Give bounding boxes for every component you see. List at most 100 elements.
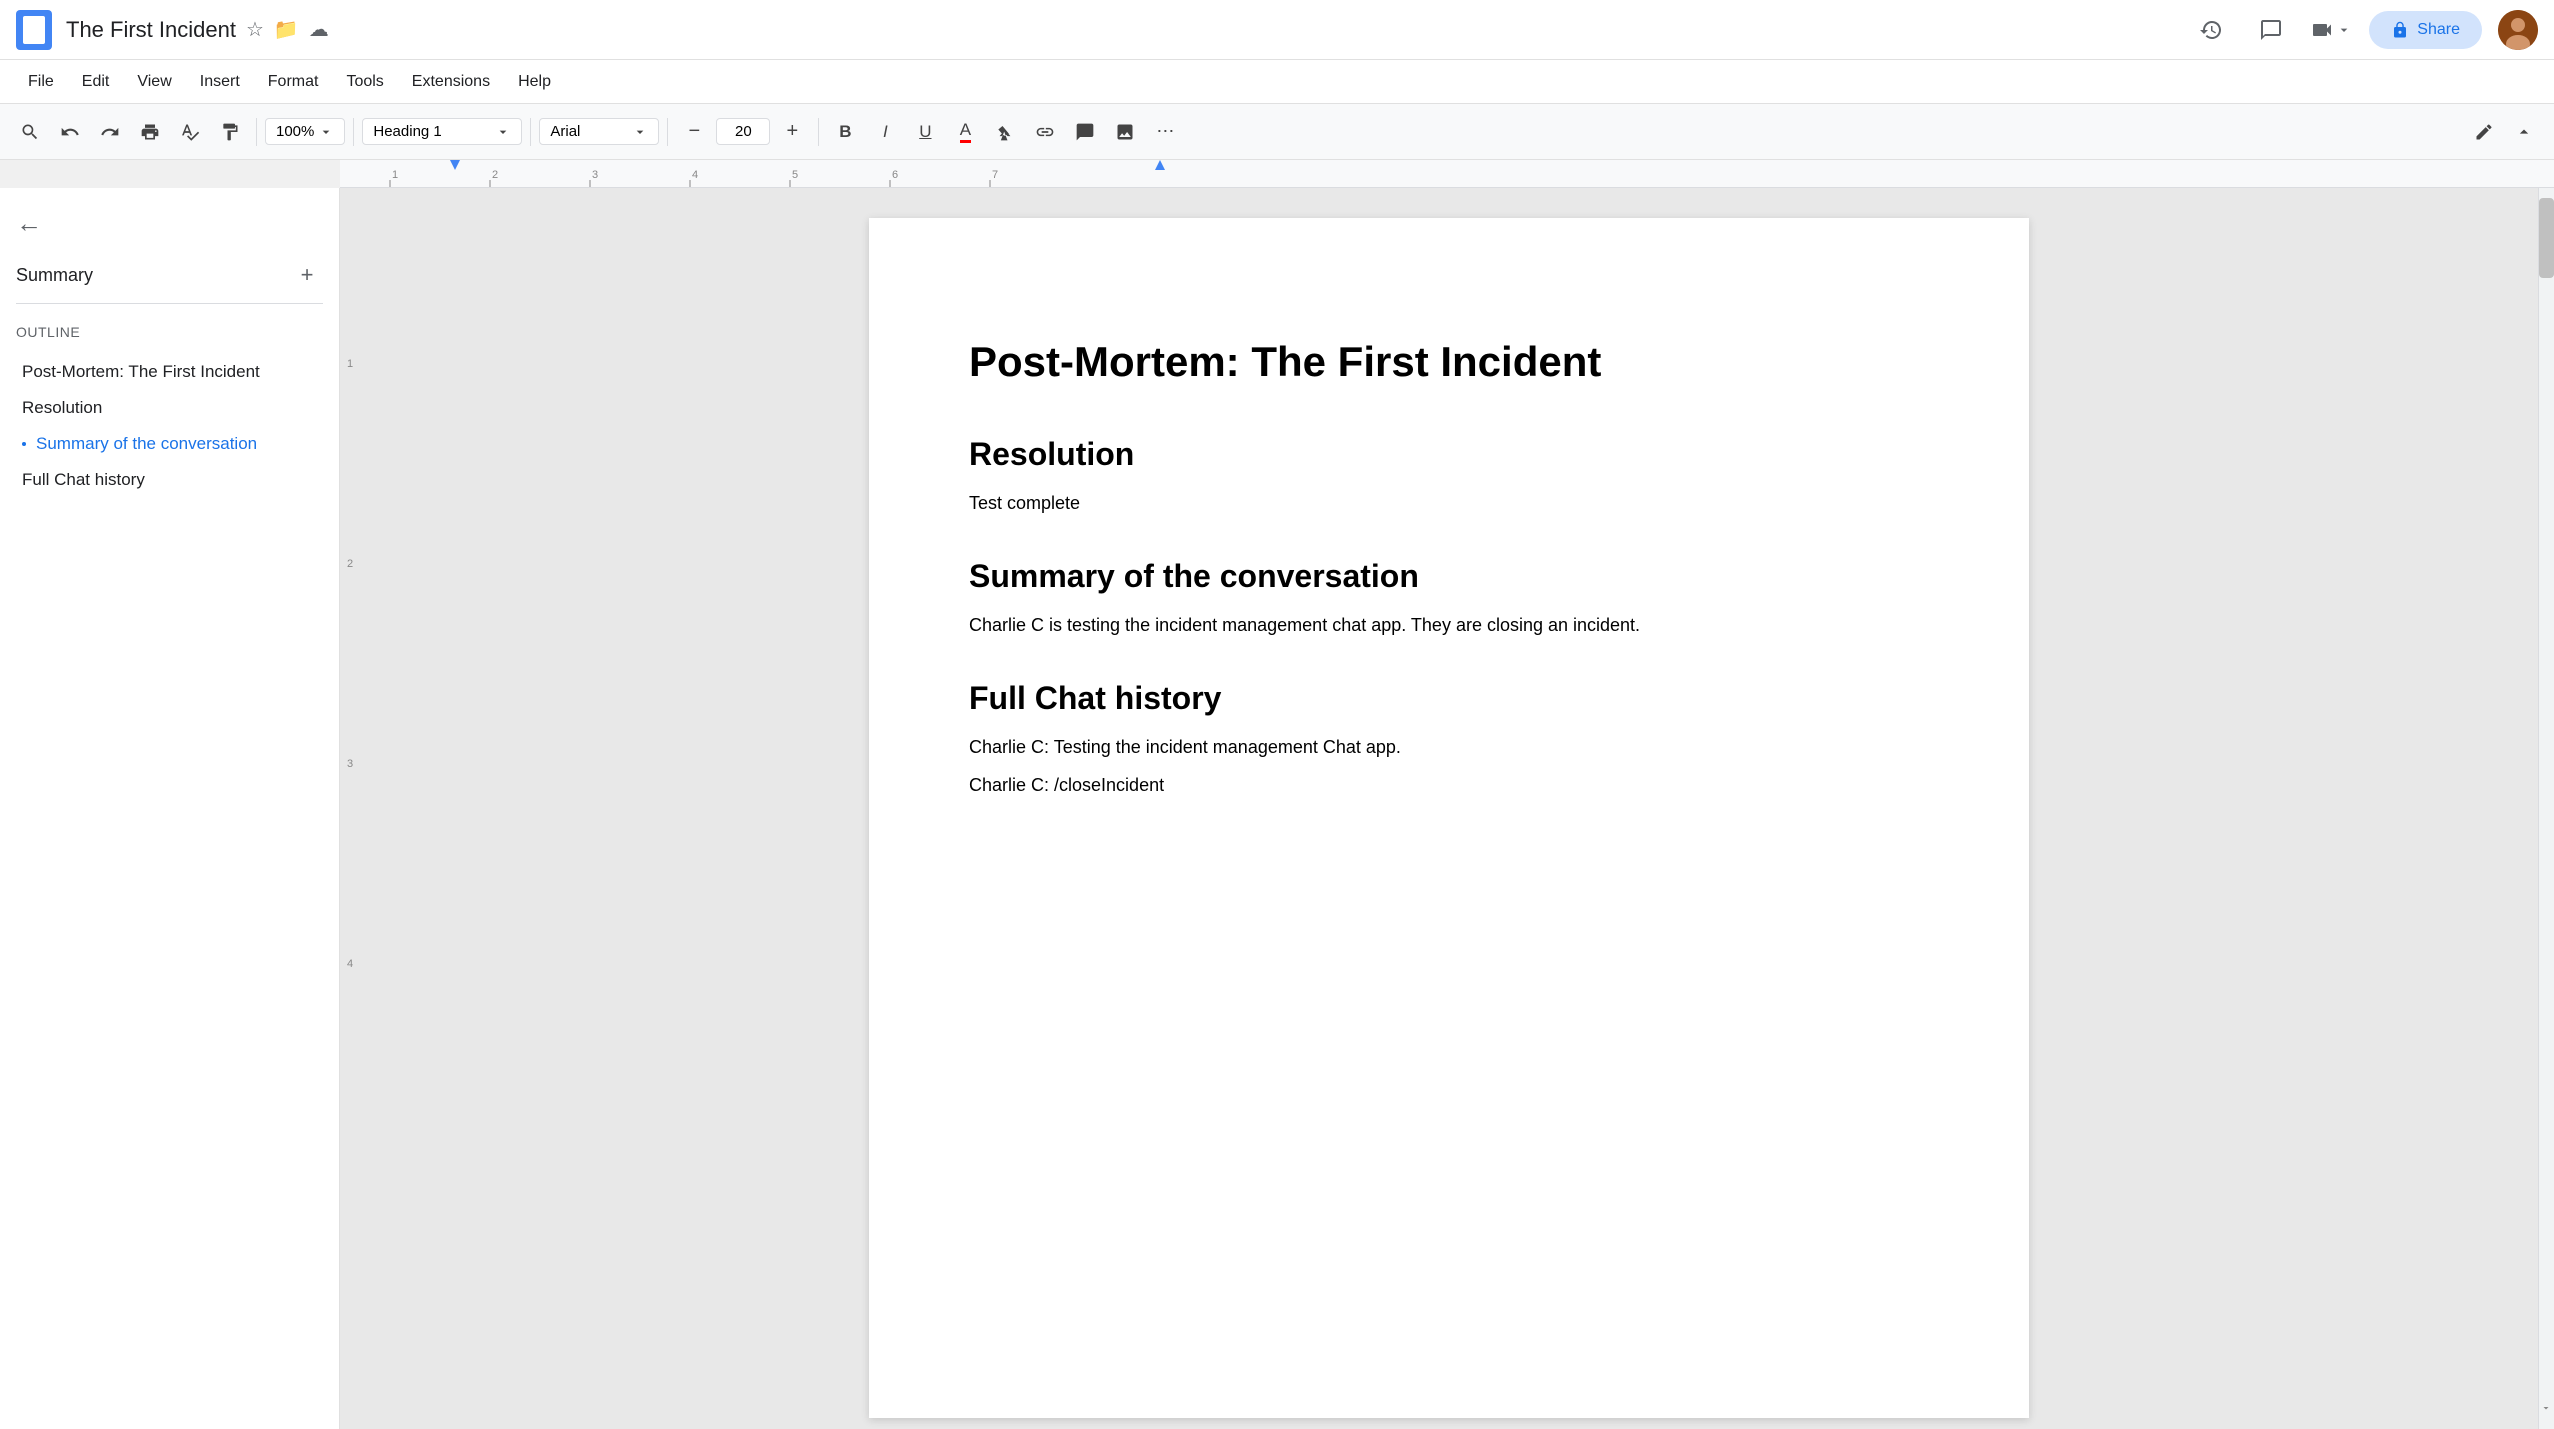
outline-item-summary-conversation[interactable]: Summary of the conversation [16,426,323,462]
title-icons: ☆ 📁 ☁ [246,17,329,42]
sidebar: ← Summary + Outline Post-Mortem: The Fir… [0,188,340,1429]
separator-5 [818,118,819,146]
link-button[interactable] [1027,114,1063,150]
add-summary-button[interactable]: + [291,259,323,291]
star-icon[interactable]: ☆ [246,17,264,42]
spellcheck-button[interactable] [172,114,208,150]
user-avatar[interactable] [2498,10,2538,50]
svg-text:7: 7 [992,169,998,181]
svg-text:2: 2 [492,169,498,181]
heading-summary: Summary of the conversation [969,558,1929,595]
svg-text:1: 1 [392,169,398,181]
zoom-value: 100% [276,123,314,140]
main-layout: ← Summary + Outline Post-Mortem: The Fir… [0,188,2554,1429]
print-button[interactable] [132,114,168,150]
share-button[interactable]: Share [2369,11,2482,49]
toolbar: 100% Heading 1 Arial − + B I U A ⋯ [0,104,2554,160]
font-size-increase[interactable]: + [774,114,810,150]
body-chat-line1: Charlie C: Testing the incident manageme… [969,733,1929,762]
margin-num-1: 1 [347,358,353,370]
svg-text:3: 3 [592,169,598,181]
search-button[interactable] [12,114,48,150]
highlight-button[interactable] [987,114,1023,150]
right-scrollbar[interactable] [2538,188,2554,1429]
style-value: Heading 1 [373,123,441,140]
summary-section: Summary + [16,259,323,304]
menu-edit[interactable]: Edit [70,67,122,97]
section-summary: Summary of the conversation Charlie C is… [969,558,1929,640]
title-bar-right: Share [2189,8,2538,52]
section-chat: Full Chat history Charlie C: Testing the… [969,680,1929,801]
body-resolution: Test complete [969,489,1929,518]
bold-button[interactable]: B [827,114,863,150]
meet-button[interactable] [2309,8,2353,52]
text-color-button[interactable]: A [947,114,983,150]
svg-text:6: 6 [892,169,898,181]
comment-inline-button[interactable] [1067,114,1103,150]
document-area[interactable]: Post-Mortem: The First Incident Resoluti… [360,188,2538,1429]
comment-button[interactable] [2249,8,2293,52]
font-size-decrease[interactable]: − [676,114,712,150]
doc-title: The First Incident [66,17,236,43]
menu-help[interactable]: Help [506,67,563,97]
redo-button[interactable] [92,114,128,150]
edit-mode-button[interactable] [2466,114,2502,150]
outline-label: Outline [16,324,323,340]
zoom-control[interactable]: 100% [265,118,345,145]
folder-icon[interactable]: 📁 [274,17,299,42]
more-button[interactable]: ⋯ [1147,114,1183,150]
image-button[interactable] [1107,114,1143,150]
margin-num-3: 3 [347,758,353,770]
body-chat-line2: Charlie C: /closeIncident [969,771,1929,800]
scroll-thumb[interactable] [2539,198,2554,278]
outline-item-resolution[interactable]: Resolution [16,390,323,426]
outline-section: Outline Post-Mortem: The First Incident … [16,324,323,498]
menu-tools[interactable]: Tools [334,67,395,97]
heading-resolution: Resolution [969,436,1929,473]
underline-button[interactable]: U [907,114,943,150]
separator-3 [530,118,531,146]
menu-insert[interactable]: Insert [188,67,252,97]
separator-1 [256,118,257,146]
margin-num-2: 2 [347,558,353,570]
doc-icon [16,10,52,50]
document-title: Post-Mortem: The First Incident [969,338,1929,386]
font-value: Arial [550,123,580,140]
font-dropdown[interactable]: Arial [539,118,659,145]
svg-text:4: 4 [692,169,698,181]
outline-item-post-mortem[interactable]: Post-Mortem: The First Incident [16,354,323,390]
style-dropdown[interactable]: Heading 1 [362,118,522,145]
menu-view[interactable]: View [125,67,183,97]
title-bar: The First Incident ☆ 📁 ☁ Share [0,0,2554,60]
toolbar-right [2466,114,2542,150]
menu-extensions[interactable]: Extensions [400,67,502,97]
body-summary: Charlie C is testing the incident manage… [969,611,1929,640]
heading-chat: Full Chat history [969,680,1929,717]
menu-format[interactable]: Format [256,67,331,97]
format-paint-button[interactable] [212,114,248,150]
outline-item-full-chat[interactable]: Full Chat history [16,462,323,498]
italic-button[interactable]: I [867,114,903,150]
svg-text:5: 5 [792,169,798,181]
left-margin: 1 2 3 4 [340,188,360,1429]
undo-button[interactable] [52,114,88,150]
section-resolution: Resolution Test complete [969,436,1929,518]
sidebar-divider [16,303,323,304]
ruler-svg: 1 2 3 4 5 6 7 [340,160,2554,187]
margin-num-4: 4 [347,958,353,970]
separator-4 [667,118,668,146]
summary-row: Summary + [16,259,323,291]
ruler: 1 2 3 4 5 6 7 [340,160,2554,188]
share-label: Share [2417,21,2460,39]
menu-file[interactable]: File [16,67,66,97]
scroll-down-icon[interactable] [2540,1401,2552,1419]
cloud-icon[interactable]: ☁ [309,17,329,42]
summary-label: Summary [16,265,93,286]
history-button[interactable] [2189,8,2233,52]
menu-bar: File Edit View Insert Format Tools Exten… [0,60,2554,104]
back-button[interactable]: ← [16,208,42,239]
font-size-input[interactable] [716,118,770,145]
collapse-button[interactable] [2506,114,2542,150]
separator-2 [353,118,354,146]
document-page: Post-Mortem: The First Incident Resoluti… [869,218,2029,1418]
